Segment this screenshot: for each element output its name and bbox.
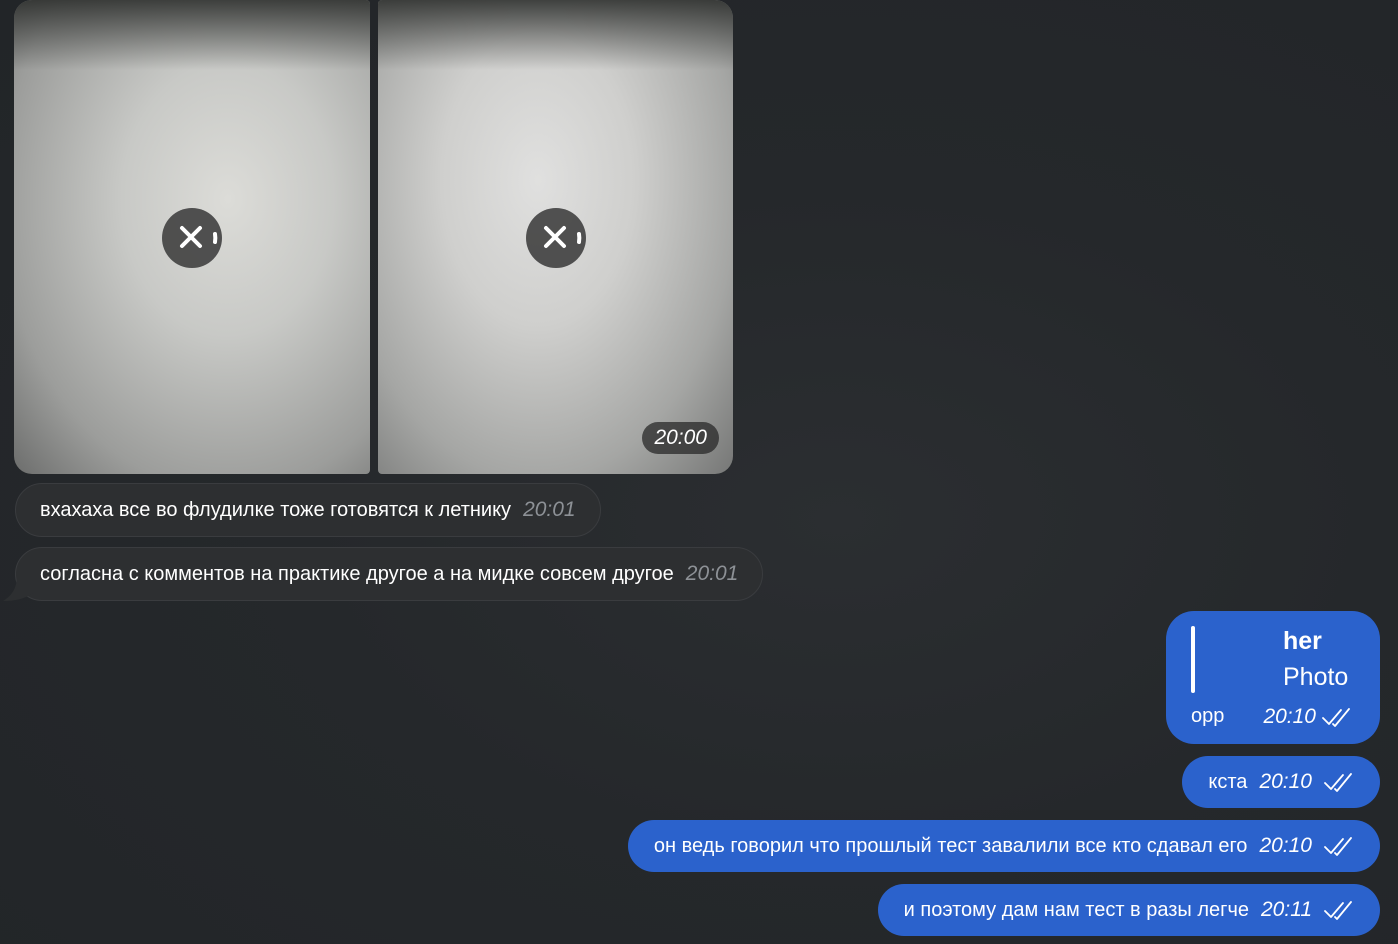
cancel-download-button[interactable]: [526, 208, 586, 268]
outgoing-reply-message[interactable]: her Photo орр 20:10: [1166, 611, 1380, 744]
album-photo-2[interactable]: 20:00: [378, 0, 733, 474]
message-time: 20:10: [1259, 770, 1312, 793]
message-text: вхахаха все во флудилке тоже готовятся к…: [40, 498, 512, 521]
reply-quote-subtitle: Photo: [1283, 663, 1349, 691]
message-time: 20:01: [685, 562, 739, 585]
message-time: 20:11: [1261, 898, 1312, 921]
incoming-message[interactable]: согласна с комментов на практике другое …: [15, 547, 764, 601]
message-text: и поэтому дам нам тест в разы легче: [903, 898, 1249, 921]
message-text: орр: [1191, 705, 1225, 727]
close-icon: [180, 226, 218, 248]
message-text: кста: [1208, 770, 1248, 793]
album-time: 20:00: [642, 422, 719, 454]
double-check-icon: [1324, 773, 1352, 792]
message-text: он ведь говорил что прошлый тест завалил…: [653, 834, 1248, 857]
message-meta: 20:10: [1263, 705, 1352, 729]
album-photo-1[interactable]: [14, 0, 370, 474]
reply-quote-title[interactable]: her: [1283, 627, 1322, 656]
double-check-icon: [1324, 837, 1352, 856]
outgoing-message[interactable]: и поэтому дам нам тест в разы легче 20:1…: [877, 884, 1380, 936]
outgoing-message[interactable]: он ведь говорил что прошлый тест завалил…: [627, 820, 1380, 872]
incoming-message[interactable]: вхахаха все во флудилке тоже готовятся к…: [15, 483, 601, 537]
message-time: 20:10: [1259, 834, 1312, 857]
message-time: 20:10: [1263, 705, 1316, 728]
message-text: согласна с комментов на практике другое …: [40, 562, 674, 585]
chat-history: 20:00 вхахаха все во флудилке тоже готов…: [0, 0, 1398, 944]
double-check-icon: [1324, 901, 1352, 920]
double-check-icon: [1322, 708, 1350, 727]
bubble-tail: [3, 575, 33, 601]
outgoing-message[interactable]: кста 20:10: [1182, 756, 1380, 808]
reply-quote-bar: [1191, 626, 1195, 693]
message-time: 20:01: [523, 498, 576, 521]
close-icon: [544, 226, 582, 248]
cancel-download-button[interactable]: [162, 208, 222, 268]
